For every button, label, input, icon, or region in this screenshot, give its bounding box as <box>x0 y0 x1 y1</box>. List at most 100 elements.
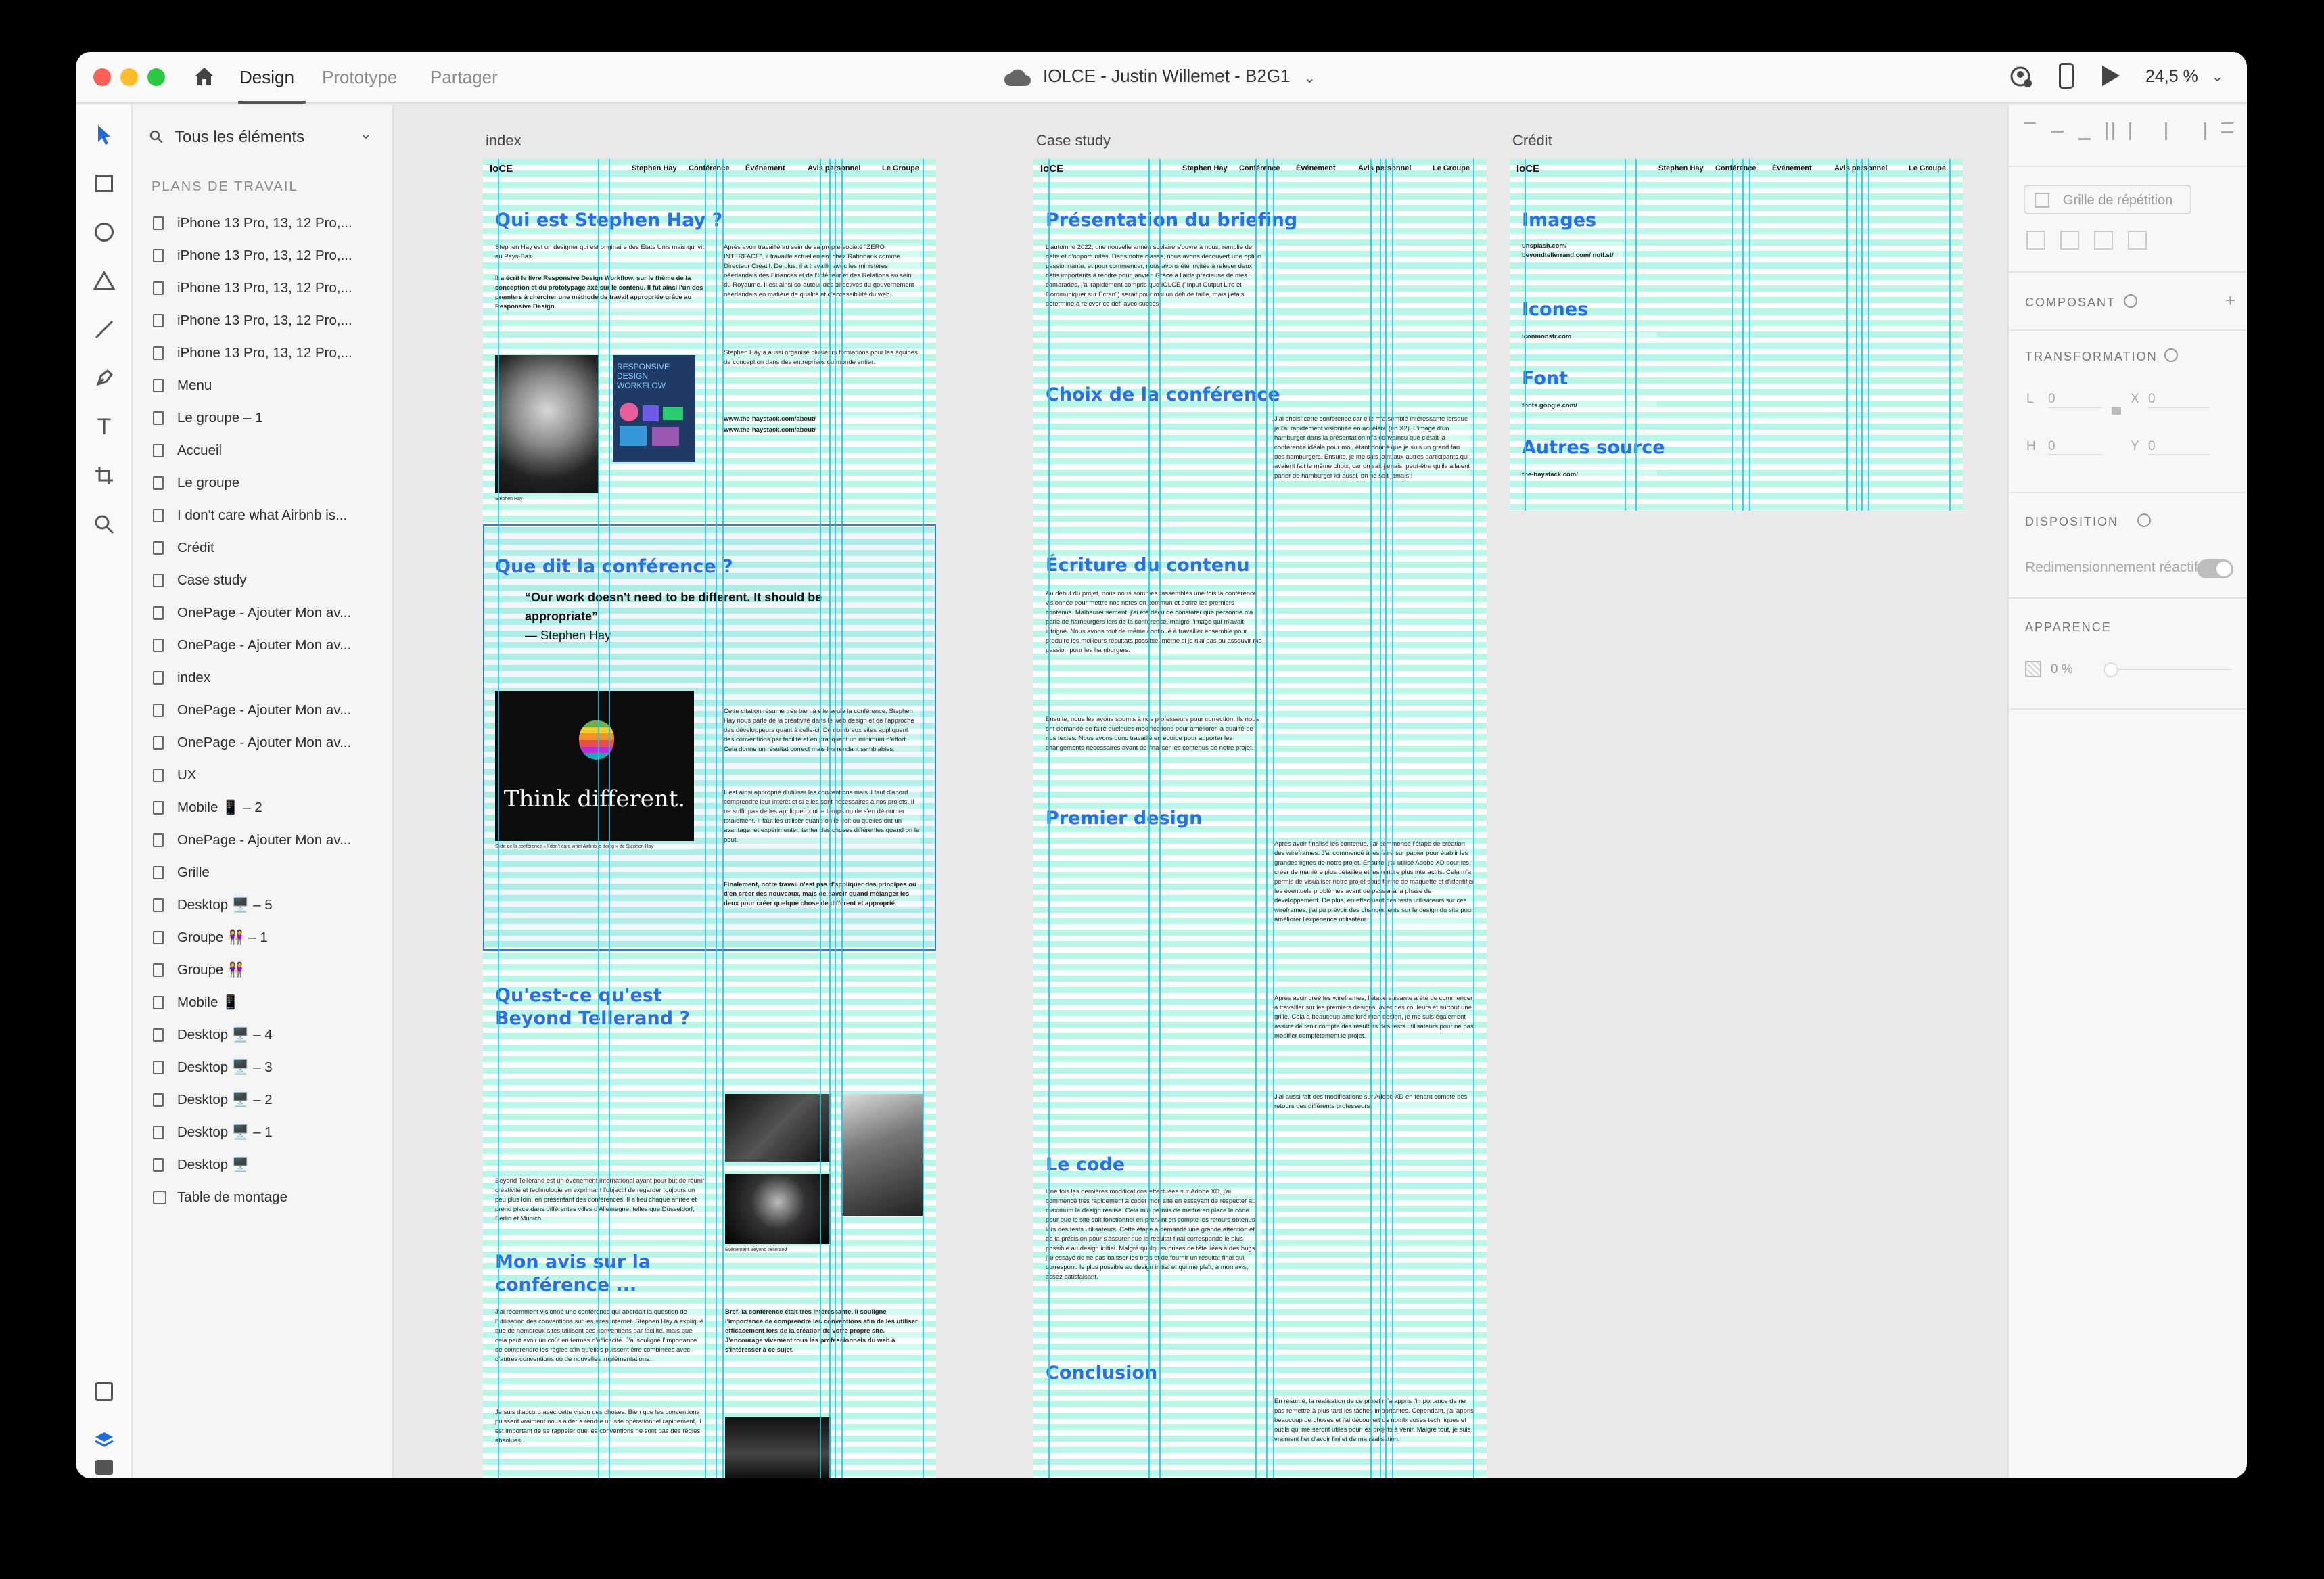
icones-source[interactable]: iconmonstr.com <box>1522 332 1657 342</box>
artboard-list-item[interactable]: Accueil <box>153 438 383 465</box>
autres-source[interactable]: the-haystack.com/ <box>1522 470 1657 480</box>
rectangle-tool-icon[interactable] <box>91 170 118 197</box>
chevron-down-icon[interactable]: ⌄ <box>1304 70 1316 87</box>
zoom-level[interactable]: 24,5 % <box>2145 67 2198 87</box>
chevron-down-icon[interactable]: ⌄ <box>360 125 372 143</box>
nav-link-event[interactable]: Événement <box>745 164 785 173</box>
artboard-list-item[interactable]: Table de montage <box>153 1185 383 1212</box>
distribute-horizontal-icon[interactable] <box>2221 122 2234 133</box>
nav-link-stephen-hay[interactable]: Stephen Hay <box>632 164 677 173</box>
height-input[interactable]: 0 <box>2048 439 2102 455</box>
add-icon[interactable] <box>2026 231 2045 250</box>
artboard-label-credit[interactable]: Crédit <box>1512 132 1552 150</box>
user-share-icon[interactable] <box>2009 64 2035 90</box>
align-top-icon[interactable] <box>2024 122 2037 140</box>
artboard-list-item[interactable]: Mobile 📱 <box>153 990 383 1017</box>
intersect-icon[interactable] <box>2094 231 2113 250</box>
haystack-link-2[interactable]: www.the-haystack.com/about/ <box>724 426 920 435</box>
artboard-list-item[interactable]: Crédit <box>153 535 383 562</box>
artboard-case-study[interactable]: IoCE Stephen Hay Conférence Événement Av… <box>1033 159 1487 1478</box>
x-input[interactable]: 0 <box>2148 392 2209 408</box>
align-icons[interactable] <box>2024 122 2234 143</box>
align-bottom-icon[interactable] <box>2078 122 2091 140</box>
y-input[interactable]: 0 <box>2148 439 2209 455</box>
artboard-list-item[interactable]: iPhone 13 Pro, 13, 12 Pro,... <box>153 210 383 237</box>
select-tool-icon[interactable] <box>91 121 118 148</box>
artboard-list-item[interactable]: OnePage - Ajouter Mon av... <box>153 697 383 725</box>
haystack-link-1[interactable]: www.the-haystack.com/about/ <box>724 415 920 424</box>
nav-link-event[interactable]: Événement <box>1296 164 1336 173</box>
document-title[interactable]: IOLCE - Justin Willemet - B2G1 <box>1043 66 1291 87</box>
opacity-value[interactable]: 0 % <box>2051 662 2073 677</box>
artboard-list-item[interactable]: iPhone 13 Pro, 13, 12 Pro,... <box>153 340 383 367</box>
artboard-list-item[interactable]: Desktop 🖥️ – 4 <box>153 1022 383 1049</box>
align-middle-icon[interactable] <box>2051 131 2064 148</box>
artboard-list-item[interactable]: Groupe 👭 <box>153 957 383 984</box>
close-window-button[interactable] <box>93 68 111 86</box>
align-right-icon[interactable] <box>2193 122 2206 140</box>
artboard-list-item[interactable]: iPhone 13 Pro, 13, 12 Pro,... <box>153 275 383 302</box>
nav-link-stephen-hay[interactable]: Stephen Hay <box>1658 164 1704 173</box>
lock-icon[interactable] <box>2112 407 2121 415</box>
plus-icon[interactable]: + <box>2225 290 2235 311</box>
maximize-window-button[interactable] <box>147 68 165 86</box>
ellipse-tool-icon[interactable] <box>91 219 118 246</box>
artboard-list-item[interactable]: Le groupe – 1 <box>153 405 383 432</box>
tab-prototype[interactable]: Prototype <box>322 67 397 88</box>
minimize-window-button[interactable] <box>120 68 138 86</box>
artboard-list-item[interactable]: I don't care what Airbnb is... <box>153 503 383 530</box>
artboard-label-case-study[interactable]: Case study <box>1036 132 1111 150</box>
info-icon[interactable] <box>2137 513 2151 527</box>
home-icon[interactable] <box>192 64 216 89</box>
layer-search[interactable]: Tous les éléments ⌄ <box>147 122 377 152</box>
info-icon[interactable] <box>2124 294 2137 308</box>
artboard-tool-icon[interactable] <box>91 462 118 489</box>
artboard-list-item[interactable]: Desktop 🖥️ – 1 <box>153 1120 383 1147</box>
nav-link-group[interactable]: Le Groupe <box>882 164 919 173</box>
artboard-index[interactable]: IoCE Stephen Hay Conférence Événement Av… <box>483 159 936 1478</box>
width-input[interactable]: 0 <box>2048 392 2102 408</box>
distribute-vertical-icon[interactable] <box>2105 122 2115 140</box>
responsive-resize-toggle[interactable] <box>2197 559 2233 578</box>
font-source[interactable]: fonts.google.com/ <box>1522 401 1657 411</box>
line-tool-icon[interactable] <box>91 316 118 343</box>
opacity-slider[interactable] <box>2104 662 2232 677</box>
design-canvas[interactable]: index IoCE Stephen Hay Conférence Événem… <box>394 105 2007 1478</box>
artboard-list-item[interactable]: OnePage - Ajouter Mon av... <box>153 730 383 757</box>
text-tool-icon[interactable]: T <box>91 413 118 440</box>
artboard-list-item[interactable]: OnePage - Ajouter Mon av... <box>153 600 383 627</box>
nav-link-stephen-hay[interactable]: Stephen Hay <box>1182 164 1228 173</box>
boolean-icons[interactable] <box>2026 231 2162 251</box>
artboard-list-item[interactable]: Grille <box>153 860 383 887</box>
artboard-list-item[interactable]: OnePage - Ajouter Mon av... <box>153 827 383 854</box>
plugins-icon[interactable] <box>91 1448 118 1475</box>
zoom-chevron-icon[interactable]: ⌄ <box>2212 68 2223 85</box>
subtract-icon[interactable] <box>2060 231 2079 250</box>
tab-design[interactable]: Design <box>239 67 294 88</box>
tab-share[interactable]: Partager <box>430 67 498 88</box>
artboard-list-item[interactable]: Desktop 🖥️ <box>153 1152 383 1179</box>
artboard-list-item[interactable]: Le groupe <box>153 470 383 497</box>
images-sources[interactable]: unsplash.com/ beyondtellerrand.com/ notl… <box>1522 242 1623 260</box>
artboard-list-item[interactable]: Menu <box>153 373 383 400</box>
nav-link-event[interactable]: Événement <box>1772 164 1812 173</box>
artboard-list-item[interactable]: UX <box>153 762 383 790</box>
zoom-tool-icon[interactable] <box>91 511 118 538</box>
artboard-list-item[interactable]: Case study <box>153 568 383 595</box>
align-center-icon[interactable] <box>2165 122 2178 140</box>
artboard-list-item[interactable]: OnePage - Ajouter Mon av... <box>153 633 383 660</box>
artboard-list-item[interactable]: Desktop 🖥️ – 3 <box>153 1055 383 1082</box>
align-left-icon[interactable] <box>2129 122 2142 140</box>
assets-panel-icon[interactable] <box>91 1378 118 1405</box>
artboard-label-index[interactable]: index <box>486 132 521 150</box>
play-icon[interactable] <box>2102 66 2120 86</box>
nav-link-group[interactable]: Le Groupe <box>1433 164 1470 173</box>
repeat-grid-button[interactable]: Grille de répétition <box>2024 185 2191 214</box>
artboard-list-item[interactable]: Desktop 🖥️ – 5 <box>153 892 383 919</box>
polygon-tool-icon[interactable] <box>91 267 118 294</box>
artboard-list-item[interactable]: iPhone 13 Pro, 13, 12 Pro,... <box>153 308 383 335</box>
info-icon[interactable] <box>2164 348 2178 362</box>
artboard-list-item[interactable]: index <box>153 665 383 692</box>
artboard-list-item[interactable]: iPhone 13 Pro, 13, 12 Pro,... <box>153 243 383 270</box>
pen-tool-icon[interactable] <box>91 365 118 392</box>
